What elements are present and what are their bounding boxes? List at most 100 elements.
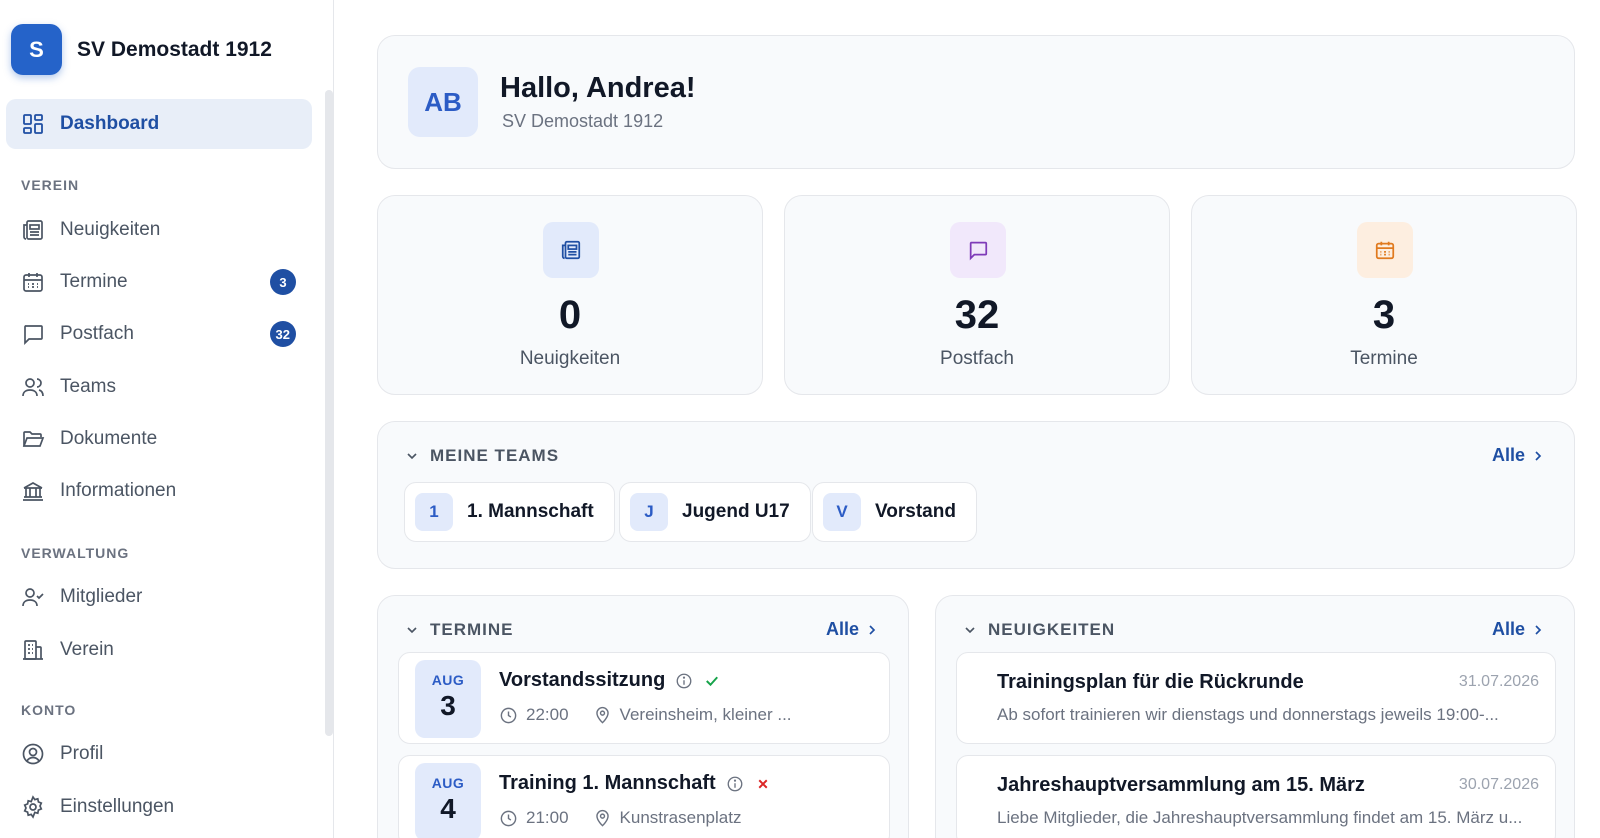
event-title: Training 1. Mannschaft (499, 772, 716, 794)
event-location: Kunstrasenplatz (619, 808, 742, 827)
termine-all-link[interactable]: Alle (826, 619, 880, 640)
news-date: 30.07.2026 (1458, 776, 1539, 793)
news-title: Jahreshauptversammlung am 15. März (997, 774, 1365, 796)
building-icon (23, 640, 43, 660)
close-icon (758, 779, 768, 788)
map-pin-icon (595, 809, 609, 827)
stat-label: Termine (1350, 348, 1418, 369)
stat-card-postfach[interactable]: 32 Postfach (784, 195, 1170, 395)
news-section-toggle[interactable]: NEUIGKEITEN (962, 620, 1115, 640)
brand-name: SV Demostadt 1912 (77, 37, 272, 61)
teams-section-title: MEINE TEAMS (430, 446, 560, 465)
teams-section-toggle[interactable]: MEINE TEAMS (404, 446, 559, 466)
news-item[interactable]: Trainingsplan für die Rückrunde 31.07.20… (956, 652, 1556, 744)
clock-icon (500, 707, 517, 723)
stat-label: Postfach (940, 348, 1014, 369)
event-date: AUG 3 (415, 660, 481, 738)
bank-icon (23, 482, 43, 501)
sidebar-item-label: Verein (60, 639, 114, 660)
news-date: 31.07.2026 (1458, 673, 1539, 690)
sidebar-item-postfach[interactable]: Postfach 32 (6, 309, 312, 359)
sidebar-item-verein[interactable]: Verein (6, 625, 312, 675)
stat-value: 0 (558, 293, 582, 337)
calendar-icon (1375, 241, 1395, 260)
event-day: 4 (440, 793, 456, 824)
teams-all-link[interactable]: Alle (1492, 445, 1546, 466)
news-all-link[interactable]: Alle (1492, 619, 1546, 640)
event-item[interactable]: AUG 4 Training 1. Mannschaft 21:00 Kunst… (398, 755, 890, 838)
event-location: Vereinsheim, kleiner ... (619, 705, 792, 724)
stat-card-termine[interactable]: 3 Termine (1191, 195, 1577, 395)
team-name: Jugend U17 (682, 501, 790, 522)
chevron-down-icon (965, 627, 975, 634)
greeting-title: Hallo, Andrea! (500, 72, 696, 104)
info-icon[interactable] (675, 672, 693, 690)
chat-icon (969, 241, 988, 261)
sidebar-item-mitglieder[interactable]: Mitglieder (6, 572, 312, 622)
check-icon (706, 676, 719, 686)
sidebar-item-neuigkeiten[interactable]: Neuigkeiten (6, 205, 312, 255)
team-chip-1-mannschaft[interactable]: 1 1. Mannschaft (404, 482, 615, 542)
dashboard-grid-icon (23, 114, 43, 134)
info-icon[interactable] (726, 775, 744, 793)
team-chip-jugend-u17[interactable]: J Jugend U17 (619, 482, 811, 542)
sidebar-item-dashboard[interactable]: Dashboard (6, 99, 312, 149)
stat-card-neuigkeiten[interactable]: 0 Neuigkeiten (377, 195, 763, 395)
greeting-card: AB Hallo, Andrea! SV Demostadt 1912 (377, 35, 1575, 169)
sidebar-item-label: Neuigkeiten (60, 219, 161, 240)
termine-section-title: TERMINE (430, 620, 514, 639)
event-title-row: Training 1. Mannschaft (499, 772, 772, 795)
sidebar: S SV Demostadt 1912 Dashboard VEREIN Neu… (0, 0, 334, 838)
news-excerpt: Liebe Mitglieder, die Jahreshauptversamm… (997, 808, 1523, 827)
news-section-title: NEUIGKEITEN (988, 620, 1116, 639)
sidebar-item-label: Termine (60, 271, 128, 292)
sidebar-item-label: Mitglieder (60, 586, 143, 607)
termine-section-toggle[interactable]: TERMINE (404, 620, 514, 640)
newspaper-icon (23, 220, 43, 240)
meine-teams-card: MEINE TEAMS Alle 1 1. Mannschaft J Jugen… (377, 421, 1575, 569)
brand-logo: S (11, 24, 62, 75)
stat-icon-box (543, 222, 599, 278)
user-check-icon (22, 588, 44, 607)
sidebar-item-einstellungen[interactable]: Einstellungen (6, 782, 312, 832)
team-initial: V (823, 493, 861, 531)
avatar[interactable]: AB (408, 67, 478, 137)
brand[interactable]: S SV Demostadt 1912 (11, 24, 272, 75)
stat-icon-box (950, 222, 1006, 278)
chevron-down-icon (407, 627, 417, 634)
all-link-label: Alle (1491, 445, 1525, 465)
calendar-icon (23, 273, 43, 292)
news-title: Trainingsplan für die Rückrunde (997, 671, 1304, 693)
team-name: Vorstand (875, 501, 956, 522)
stat-value: 32 (954, 293, 1000, 337)
postfach-count-badge: 32 (269, 321, 296, 347)
event-time: 22:00 (526, 705, 569, 724)
chevron-right-icon (869, 624, 876, 635)
termine-card: TERMINE Alle AUG 3 Vorstandssitzung 22:0… (377, 595, 909, 838)
newspaper-icon (561, 240, 581, 260)
greeting-club: SV Demostadt 1912 (502, 111, 664, 131)
sidebar-item-label: Informationen (60, 480, 177, 501)
map-pin-icon (595, 706, 609, 724)
sidebar-scrollbar[interactable] (325, 90, 333, 736)
news-excerpt: Ab sofort trainieren wir dienstags und d… (997, 705, 1499, 724)
sidebar-item-termine[interactable]: Termine 3 (6, 257, 312, 307)
sidebar-item-label: Postfach (60, 323, 134, 344)
chat-icon (24, 325, 43, 346)
sidebar-item-teams[interactable]: Teams (6, 362, 312, 412)
sidebar-item-profil[interactable]: Profil (6, 729, 312, 779)
termine-count-badge: 3 (270, 269, 296, 295)
news-item[interactable]: Jahreshauptversammlung am 15. März 30.07… (956, 755, 1556, 838)
gear-icon (23, 795, 43, 819)
sidebar-item-label: Profil (60, 743, 104, 764)
event-item[interactable]: AUG 3 Vorstandssitzung 22:00 Vereinsheim… (398, 652, 890, 744)
team-name: 1. Mannschaft (467, 501, 594, 522)
team-chip-vorstand[interactable]: V Vorstand (812, 482, 977, 542)
users-icon (22, 378, 44, 397)
team-initial: 1 (415, 493, 453, 531)
event-title: Vorstandssitzung (499, 669, 666, 691)
sidebar-item-informationen[interactable]: Informationen (6, 466, 312, 516)
sidebar-item-label: Einstellungen (60, 796, 175, 817)
sidebar-item-dokumente[interactable]: Dokumente (6, 414, 312, 464)
neuigkeiten-card: NEUIGKEITEN Alle Trainingsplan für die R… (935, 595, 1575, 838)
